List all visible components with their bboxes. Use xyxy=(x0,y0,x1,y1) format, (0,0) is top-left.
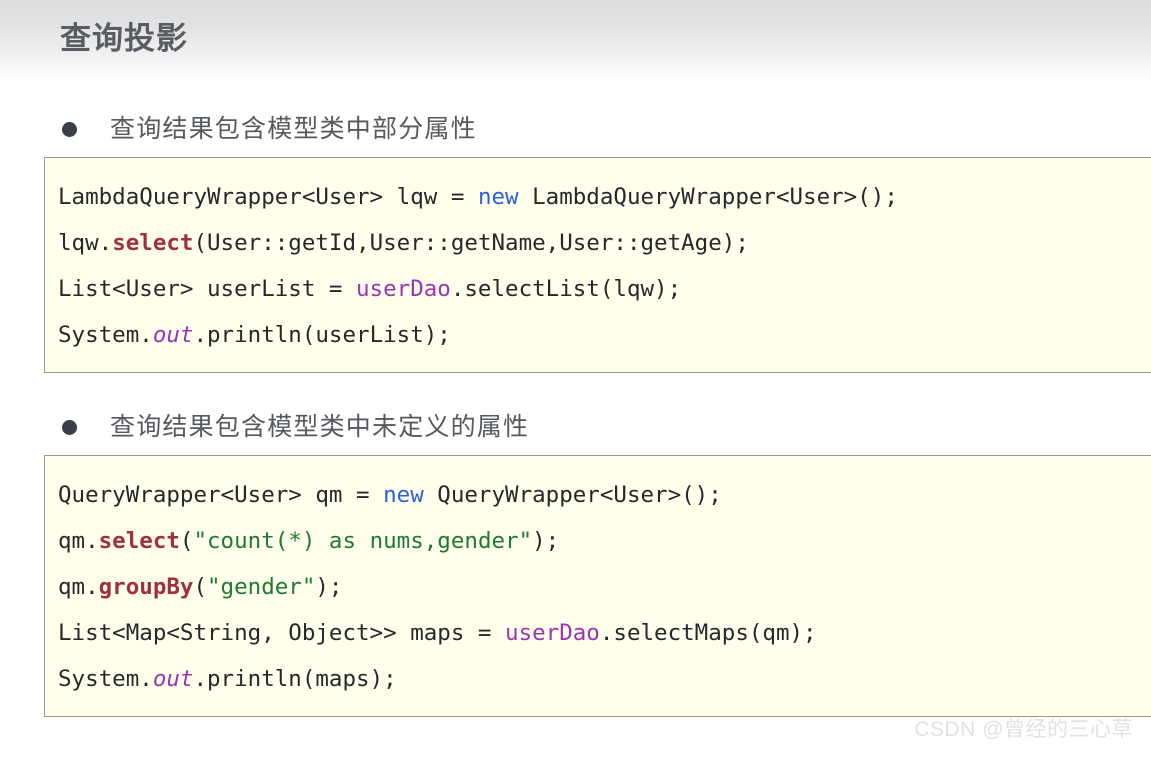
code-token: userDao xyxy=(505,620,600,646)
code-line: lqw.select(User::getId,User::getName,Use… xyxy=(58,220,1151,266)
code-token: .selectList(lqw); xyxy=(450,276,682,302)
code-line: qm.select("count(*) as nums,gender"); xyxy=(58,518,1151,564)
code-token: ); xyxy=(315,574,343,600)
code-token: ( xyxy=(179,528,194,554)
bullet-dot-icon xyxy=(62,419,77,435)
code-token: .selectMaps(qm); xyxy=(599,620,817,646)
page-title: 查询投影 xyxy=(60,21,188,56)
code-token: .println(maps); xyxy=(193,666,397,692)
code-token: (User::getId,User::getName,User::getAge)… xyxy=(193,230,749,256)
code-token: out xyxy=(152,666,194,692)
code-line: List<Map<String, Object>> maps = userDao… xyxy=(58,610,1151,656)
bullet-label-2: 查询结果包含模型类中未定义的属性 xyxy=(110,413,530,441)
code-token: qm. xyxy=(58,574,99,600)
code-token: "count(*) as nums,gender" xyxy=(193,528,533,554)
code-token: List<Map<String, Object>> maps = xyxy=(58,620,506,646)
code-token: List<User> userList = xyxy=(58,276,357,302)
code-token: qm. xyxy=(58,528,99,554)
code-token: LambdaQueryWrapper<User>(); xyxy=(518,184,898,210)
content-area: 查询结果包含模型类中部分属性 LambdaQueryWrapper<User> … xyxy=(0,82,1151,717)
code-block-2: QueryWrapper<User> qm = new QueryWrapper… xyxy=(44,455,1151,717)
bullet-dot-icon xyxy=(62,121,77,137)
code-token: System. xyxy=(58,666,153,692)
code-token: out xyxy=(152,322,194,348)
code-token: new xyxy=(383,482,424,508)
code-token: userDao xyxy=(356,276,451,302)
code-token: select xyxy=(98,528,180,554)
bullet-item-1: 查询结果包含模型类中部分属性 xyxy=(0,101,1151,157)
page-root: 查询投影 查询结果包含模型类中部分属性 LambdaQueryWrapper<U… xyxy=(0,0,1151,757)
code-line: QueryWrapper<User> qm = new QueryWrapper… xyxy=(58,472,1151,518)
code-line: qm.groupBy("gender"); xyxy=(58,564,1151,610)
code-token: System. xyxy=(58,322,153,348)
code-line: System.out.println(maps); xyxy=(58,656,1151,702)
bullet-label-1: 查询结果包含模型类中部分属性 xyxy=(110,115,477,143)
code-token: select xyxy=(112,230,194,256)
code-line: LambdaQueryWrapper<User> lqw = new Lambd… xyxy=(58,174,1151,220)
code-block-1: LambdaQueryWrapper<User> lqw = new Lambd… xyxy=(44,157,1151,373)
code-token: groupBy xyxy=(98,574,194,600)
code-token: QueryWrapper<User>(); xyxy=(423,482,722,508)
code-token: LambdaQueryWrapper<User> lqw = xyxy=(58,184,478,210)
code-token: "gender" xyxy=(207,574,316,600)
code-token: ); xyxy=(532,528,560,554)
code-token: lqw. xyxy=(58,230,113,256)
code-token: new xyxy=(477,184,519,210)
code-token: QueryWrapper<User> qm = xyxy=(58,482,384,508)
code-token: .println(userList); xyxy=(193,322,451,348)
code-token: ( xyxy=(193,574,208,600)
code-line: List<User> userList = userDao.selectList… xyxy=(58,266,1151,312)
page-header: 查询投影 xyxy=(0,0,1151,82)
code-line: System.out.println(userList); xyxy=(58,312,1151,358)
bullet-item-2: 查询结果包含模型类中未定义的属性 xyxy=(0,399,1151,455)
csdn-watermark: CSDN @曾经的三心草 xyxy=(914,718,1133,741)
